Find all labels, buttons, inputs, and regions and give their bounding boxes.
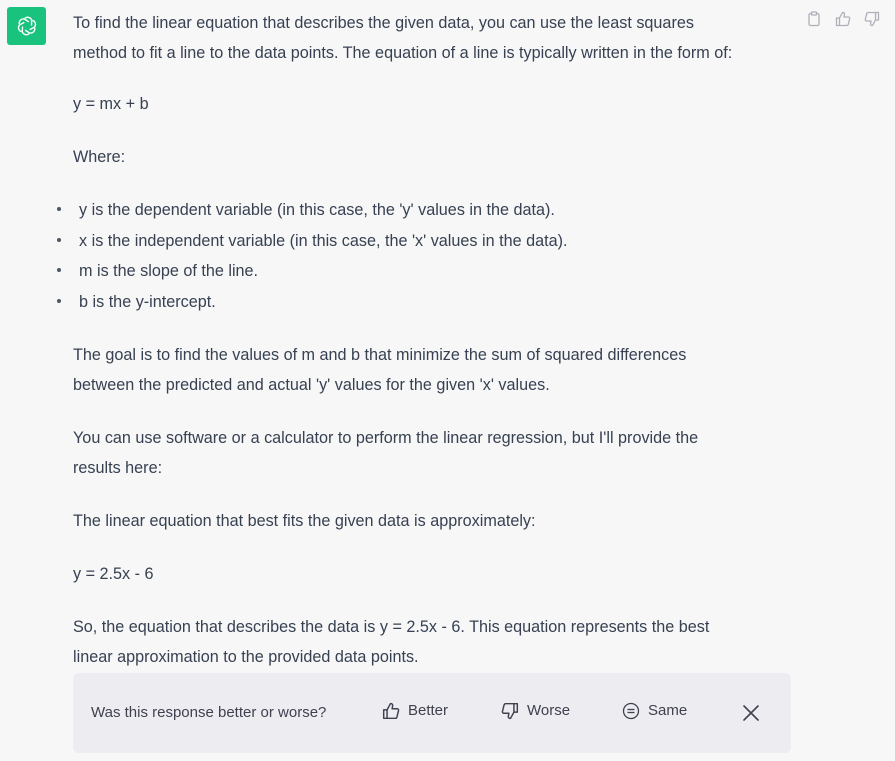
feedback-question: Was this response better or worse?: [91, 704, 327, 721]
better-label: Better: [408, 702, 449, 719]
close-icon: [743, 705, 759, 721]
better-button[interactable]: Better: [382, 701, 448, 721]
copy-button[interactable]: [804, 9, 824, 29]
message-text: The linear equation that best fits the g…: [73, 512, 536, 530]
message-text: linear approximation to the provided dat…: [73, 648, 419, 666]
equation-general: y = mx + b: [73, 95, 149, 113]
message-text: You can use software or a calculator to …: [73, 429, 699, 447]
list-item-text: b is the y-intercept.: [79, 293, 216, 311]
message-actions: [804, 9, 882, 29]
openai-logo-icon: [17, 16, 36, 36]
message-text: The goal is to find the values of m and …: [73, 346, 687, 364]
message-text: To find the linear equation that describ…: [73, 14, 694, 32]
list-item-text: x is the independent variable (in this c…: [79, 232, 568, 250]
list-item: x is the independent variable (in this c…: [57, 226, 773, 256]
list-item: b is the y-intercept.: [57, 287, 773, 317]
message-text: Where:: [73, 148, 126, 166]
assistant-avatar: [7, 7, 46, 45]
equals-circle-icon: [622, 702, 640, 720]
message-text: So, the equation that describes the data…: [73, 618, 710, 636]
bullet-dot: [57, 207, 61, 211]
same-label: Same: [648, 702, 688, 719]
clipboard-icon: [808, 11, 820, 27]
bullet-dot: [57, 299, 61, 303]
worse-button[interactable]: Worse: [501, 701, 570, 721]
feedback-bar: Was this response better or worse? Bette…: [73, 673, 791, 753]
message-text: results here:: [73, 459, 163, 477]
close-feedback-button[interactable]: [741, 703, 761, 723]
equation-result: y = 2.5x - 6: [73, 565, 154, 583]
message-text: between the predicted and actual 'y' val…: [73, 376, 550, 394]
thumbs-up-icon: [382, 702, 400, 720]
thumbs-up-icon: [835, 11, 851, 27]
list-item: m is the slope of the line.: [57, 256, 773, 286]
list-item: y is the dependent variable (in this cas…: [57, 195, 773, 225]
thumbs-down-icon: [864, 11, 880, 27]
worse-label: Worse: [527, 702, 571, 719]
bullet-dot: [57, 238, 61, 242]
thumbs-down-icon: [501, 702, 519, 720]
message-text: method to fit a line to the data points.…: [73, 44, 733, 62]
list-item-text: y is the dependent variable (in this cas…: [79, 201, 555, 219]
bullet-dot: [57, 268, 61, 272]
dislike-button[interactable]: [862, 9, 882, 29]
same-button[interactable]: Same: [622, 701, 687, 721]
list-item-text: m is the slope of the line.: [79, 262, 259, 280]
like-button[interactable]: [833, 9, 853, 29]
